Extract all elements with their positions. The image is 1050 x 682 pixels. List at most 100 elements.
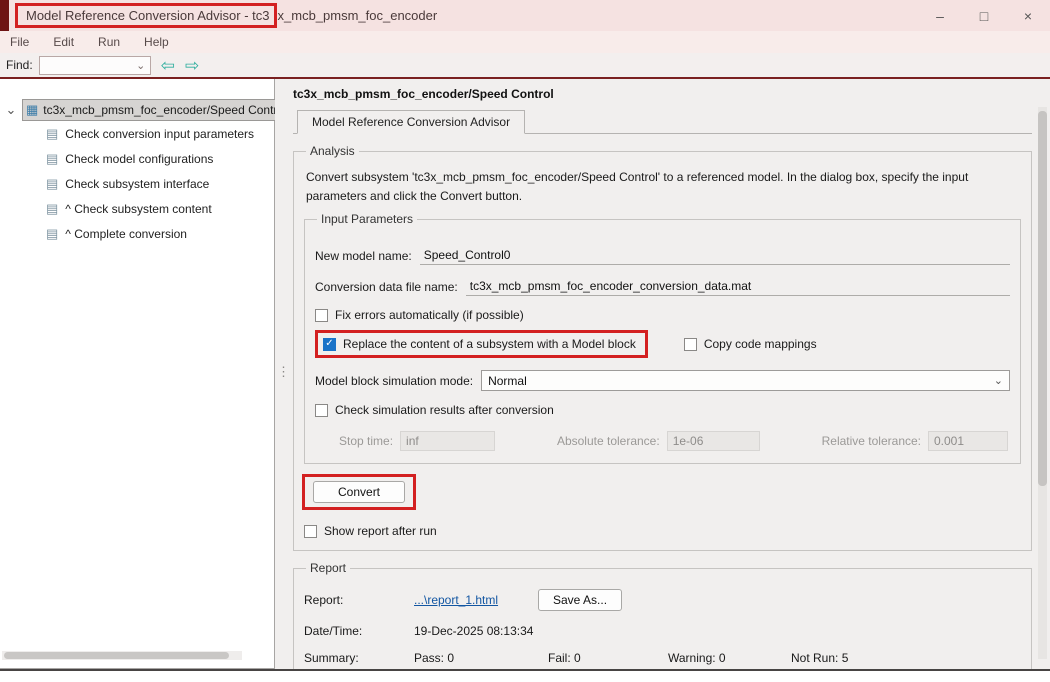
menu-help[interactable]: Help (142, 33, 171, 51)
abs-tolerance-field (667, 431, 760, 451)
main-panel: tc3x_mcb_pmsm_foc_encoder/Speed Control … (285, 79, 1050, 669)
maximize-icon[interactable]: □ (962, 0, 1006, 31)
report-summary-row: Summary: Pass: 0 Fail: 0 Warning: 0 Not … (304, 651, 1021, 665)
show-report-row: Show report after run (304, 524, 1021, 538)
new-model-name-row: New model name: (315, 246, 1010, 265)
tree-item-input-parameters[interactable]: ▤ Check conversion input parameters (0, 121, 274, 146)
tab-model-reference-conversion-advisor[interactable]: Model Reference Conversion Advisor (297, 110, 525, 134)
tree-scrollbar-thumb[interactable] (4, 652, 229, 659)
menu-file[interactable]: File (8, 33, 31, 51)
stop-time-field (400, 431, 495, 451)
abs-tolerance-label: Absolute tolerance: (557, 434, 660, 448)
new-model-name-field[interactable] (420, 246, 1010, 265)
find-combobox[interactable]: ⌄ (39, 56, 151, 75)
tree-item-complete-conversion[interactable]: ▤ ^ Complete conversion (0, 221, 274, 246)
check-tree-panel: ⌄ ▦ tc3x_mcb_pmsm_foc_encoder/Speed Cont… (0, 79, 275, 669)
new-model-name-label: New model name: (315, 249, 412, 263)
rel-tolerance-pair: Relative tolerance: (822, 431, 1008, 451)
check-sim-checkbox[interactable] (315, 404, 328, 417)
minimize-icon[interactable]: – (918, 0, 962, 31)
tree-item-label: Check conversion input parameters (65, 127, 254, 141)
save-as-button[interactable]: Save As... (538, 589, 622, 611)
rel-tolerance-field (928, 431, 1008, 451)
analysis-legend: Analysis (306, 144, 359, 158)
menu-bar: File Edit Run Help (0, 31, 1050, 53)
datetime-value: 19-Dec-2025 08:13:34 (414, 624, 533, 638)
window-controls: – □ × (918, 0, 1050, 31)
copy-code-label: Copy code mappings (704, 337, 817, 351)
replace-content-checkbox[interactable]: ✓ (323, 338, 336, 351)
stop-time-label: Stop time: (339, 434, 393, 448)
annotation-box-convert: Convert (302, 474, 416, 510)
close-icon[interactable]: × (1006, 0, 1050, 31)
stop-time-pair: Stop time: (339, 431, 495, 451)
report-icon: ▤ (46, 176, 58, 192)
find-input[interactable] (40, 58, 134, 73)
datetime-label: Date/Time: (304, 624, 414, 638)
report-link[interactable]: ...\report_1.html (414, 593, 498, 607)
annotation-box-replace-checkbox: ✓ Replace the content of a subsystem wit… (315, 330, 648, 358)
sim-mode-value: Normal (488, 374, 527, 388)
sim-mode-dropdown[interactable]: Normal ⌄ (481, 370, 1010, 391)
check-icon: ✓ (325, 339, 333, 349)
analysis-group: Analysis Convert subsystem 'tc3x_mcb_pms… (293, 144, 1032, 551)
sim-mode-label: Model block simulation mode: (315, 374, 473, 388)
tree-collapse-icon[interactable]: ⌄ (0, 102, 22, 118)
conversion-file-field[interactable] (466, 277, 1010, 296)
panel-splitter[interactable]: ⋮ (275, 79, 285, 669)
annotation-box-title: Model Reference Conversion Advisor - tc3 (15, 3, 277, 28)
tree-item-label: ^ Check subsystem content (65, 202, 211, 216)
tree-root-selected[interactable]: ▦ tc3x_mcb_pmsm_foc_encoder/Speed Contro… (22, 99, 288, 121)
menu-edit[interactable]: Edit (51, 33, 76, 51)
tree-root-row[interactable]: ⌄ ▦ tc3x_mcb_pmsm_foc_encoder/Speed Cont… (0, 99, 274, 121)
abs-tolerance-pair: Absolute tolerance: (557, 431, 760, 451)
replace-content-label: Replace the content of a subsystem with … (343, 337, 636, 351)
window-title: Model Reference Conversion Advisor - tc3 (26, 8, 270, 23)
forward-arrow-icon[interactable]: ⇨ (185, 57, 199, 74)
find-bar: Find: ⌄ ⇦ ⇨ (0, 53, 1050, 77)
tree-horizontal-scrollbar[interactable] (2, 651, 242, 660)
fix-errors-row: Fix errors automatically (if possible) (315, 308, 1010, 322)
report-group: Report Report: ...\report_1.html Save As… (293, 561, 1032, 669)
chevron-down-icon[interactable]: ⌄ (134, 59, 148, 72)
app-icon (0, 0, 9, 31)
title-bar: Model Reference Conversion Advisor - tc3… (0, 0, 1050, 31)
summary-not-run: Not Run: 5 (791, 651, 848, 665)
content-area: ⌄ ▦ tc3x_mcb_pmsm_foc_encoder/Speed Cont… (0, 79, 1050, 669)
find-label: Find: (6, 58, 33, 72)
check-sim-row: Check simulation results after conversio… (315, 403, 1010, 417)
report-label: Report: (304, 593, 414, 607)
copy-code-checkbox[interactable] (684, 338, 697, 351)
convert-button[interactable]: Convert (313, 481, 405, 503)
report-link-cell: ...\report_1.html (414, 593, 538, 607)
back-arrow-icon[interactable]: ⇦ (161, 57, 175, 74)
report-link-row: Report: ...\report_1.html Save As... (304, 589, 1021, 611)
window-title-rest: x_mcb_pmsm_foc_encoder (278, 8, 438, 23)
replace-content-row: ✓ Replace the content of a subsystem wit… (315, 330, 1010, 358)
fix-errors-checkbox[interactable] (315, 309, 328, 322)
report-datetime-row: Date/Time: 19-Dec-2025 08:13:34 (304, 624, 1021, 638)
summary-label: Summary: (304, 651, 414, 665)
report-icon: ▤ (46, 126, 58, 142)
tolerance-row: Stop time: Absolute tolerance: Relative … (315, 431, 1010, 451)
check-sim-label: Check simulation results after conversio… (335, 403, 554, 417)
report-icon: ▤ (46, 201, 58, 217)
menu-run[interactable]: Run (96, 33, 122, 51)
tree-item-subsystem-content[interactable]: ▤ ^ Check subsystem content (0, 196, 274, 221)
rel-tolerance-label: Relative tolerance: (822, 434, 921, 448)
report-legend: Report (306, 561, 350, 575)
input-parameters-legend: Input Parameters (317, 212, 417, 226)
page-title: tc3x_mcb_pmsm_foc_encoder/Speed Control (293, 87, 1032, 101)
show-report-label: Show report after run (324, 524, 437, 538)
tree-item-subsystem-interface[interactable]: ▤ Check subsystem interface (0, 171, 274, 196)
summary-pass: Pass: 0 (414, 651, 548, 665)
vertical-scrollbar[interactable] (1038, 107, 1047, 659)
vertical-scrollbar-thumb[interactable] (1038, 111, 1047, 486)
show-report-checkbox[interactable] (304, 525, 317, 538)
tree-root-label: tc3x_mcb_pmsm_foc_encoder/Speed Control (43, 103, 286, 117)
input-parameters-group: Input Parameters New model name: Convers… (304, 212, 1021, 464)
tree-item-label: ^ Complete conversion (65, 227, 187, 241)
fix-errors-label: Fix errors automatically (if possible) (335, 308, 524, 322)
tree-item-model-configurations[interactable]: ▤ Check model configurations (0, 146, 274, 171)
analysis-description: Convert subsystem 'tc3x_mcb_pmsm_foc_enc… (306, 168, 1019, 206)
